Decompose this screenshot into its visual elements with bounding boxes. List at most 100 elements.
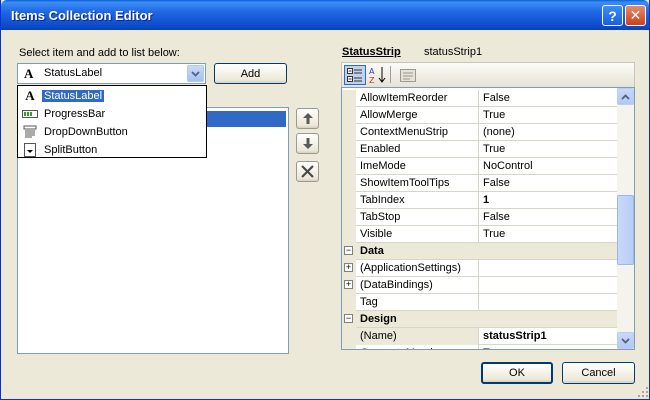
item-type-combo[interactable]: A StatusLabel: [17, 63, 206, 84]
move-down-button[interactable]: [296, 133, 319, 154]
row-gutter: [342, 226, 356, 243]
property-row[interactable]: GenerateMember True: [342, 345, 618, 349]
property-name: ShowItemToolTips: [356, 175, 479, 192]
collapse-minus-icon[interactable]: −: [344, 246, 353, 255]
property-row[interactable]: AllowMerge True: [342, 107, 618, 124]
property-row[interactable]: Visible True: [342, 226, 618, 243]
row-gutter: +: [342, 277, 356, 294]
alphabetical-icon: AZ: [369, 67, 386, 84]
property-row[interactable]: + (ApplicationSettings): [342, 260, 618, 277]
dropdown-option-drop-down-button[interactable]: DropDownButton: [18, 123, 206, 141]
dropdown-option-progress-bar[interactable]: ProgressBar: [18, 105, 206, 123]
property-name: TabStop: [356, 209, 479, 226]
property-value[interactable]: True: [483, 141, 505, 157]
close-icon: ✕: [629, 7, 642, 23]
row-gutter: −: [342, 311, 356, 328]
collapse-minus-icon[interactable]: −: [344, 314, 353, 323]
property-name: Enabled: [356, 141, 479, 158]
property-row[interactable]: Tag: [342, 294, 618, 311]
cancel-button[interactable]: Cancel: [562, 362, 635, 384]
item-type-dropdown-list: A StatusLabel ProgressBar DropDownButton…: [17, 85, 207, 158]
close-button[interactable]: ✕: [625, 5, 646, 26]
svg-text:Z: Z: [369, 76, 375, 84]
property-value[interactable]: True: [483, 107, 505, 123]
property-name: TabIndex: [356, 192, 479, 209]
property-row[interactable]: AllowItemReorder False: [342, 90, 618, 107]
property-value[interactable]: False: [483, 175, 510, 191]
ok-button[interactable]: OK: [481, 362, 553, 384]
property-value[interactable]: NoControl: [483, 158, 533, 174]
title-bar[interactable]: Items Collection Editor ? ✕: [1, 0, 649, 30]
toolbar-separator: [390, 66, 391, 83]
categorized-button[interactable]: [344, 65, 366, 85]
add-button[interactable]: Add: [214, 63, 287, 84]
arrow-down-icon: [302, 138, 313, 149]
row-gutter: +: [342, 260, 356, 277]
scroll-up-button[interactable]: [617, 88, 634, 105]
scroll-thumb[interactable]: [617, 195, 634, 265]
property-row[interactable]: TabStop False: [342, 209, 618, 226]
svg-text:A: A: [369, 67, 375, 76]
dropdown-option-split-button[interactable]: SplitButton: [18, 141, 206, 159]
property-row[interactable]: Enabled True: [342, 141, 618, 158]
property-row[interactable]: ContextMenuStrip (none): [342, 124, 618, 141]
dropdown-option-label: StatusLabel: [42, 90, 105, 102]
property-row[interactable]: ShowItemToolTips False: [342, 175, 618, 192]
dropdown-option-label: SplitButton: [44, 144, 98, 156]
property-value[interactable]: statusStrip1: [483, 328, 547, 344]
resize-grip-icon[interactable]: [637, 386, 649, 398]
property-name: AllowItemReorder: [356, 90, 479, 107]
row-gutter: [342, 328, 356, 345]
move-up-button[interactable]: [296, 108, 319, 129]
property-value[interactable]: False: [483, 90, 510, 106]
property-name: (DataBindings): [356, 277, 479, 294]
selected-object-name: statusStrip1: [424, 46, 483, 58]
property-name: Visible: [356, 226, 479, 243]
chevron-up-icon: [621, 93, 630, 100]
progress-bar-icon: [21, 107, 39, 121]
row-gutter: [342, 192, 356, 209]
scroll-down-button[interactable]: [617, 332, 634, 349]
dropdown-option-label: ProgressBar: [44, 108, 106, 120]
category-name: Design: [360, 313, 397, 325]
row-gutter: [342, 107, 356, 124]
property-row[interactable]: ImeMode NoControl: [342, 158, 618, 175]
select-item-label: Select item and add to list below:: [19, 47, 180, 59]
property-row[interactable]: TabIndex 1: [342, 192, 618, 209]
dropdown-option-status-label[interactable]: A StatusLabel: [18, 87, 206, 105]
property-row[interactable]: + (DataBindings): [342, 277, 618, 294]
delete-x-icon: [301, 165, 314, 178]
row-gutter: [342, 175, 356, 192]
property-category-row[interactable]: − Design: [342, 311, 618, 328]
property-value[interactable]: 1: [483, 192, 489, 208]
items-collection-editor-window: Items Collection Editor ? ✕ Select item …: [0, 0, 650, 400]
ok-button-label: OK: [509, 367, 525, 379]
property-value[interactable]: True: [483, 226, 505, 242]
row-gutter: [342, 209, 356, 226]
row-gutter: −: [342, 243, 356, 260]
remove-button[interactable]: [296, 161, 319, 182]
property-name: ContextMenuStrip: [356, 124, 479, 141]
help-icon: ?: [608, 7, 617, 24]
property-row[interactable]: (Name) statusStrip1: [342, 328, 618, 345]
property-grid-toolbar: AZ: [341, 62, 635, 87]
help-button[interactable]: ?: [602, 5, 623, 26]
row-gutter: [342, 141, 356, 158]
property-value[interactable]: False: [483, 209, 510, 225]
expand-plus-icon[interactable]: +: [344, 263, 353, 272]
split-button-icon: [21, 143, 39, 157]
property-pages-button[interactable]: [397, 65, 419, 85]
property-name: GenerateMember: [356, 345, 479, 349]
combo-value: StatusLabel: [44, 67, 103, 79]
categorized-icon: [347, 68, 362, 82]
property-value[interactable]: (none): [483, 124, 515, 140]
alphabetical-button[interactable]: AZ: [367, 65, 389, 85]
expand-plus-icon[interactable]: +: [344, 280, 353, 289]
property-name: (ApplicationSettings): [356, 260, 479, 277]
property-pages-icon: [400, 68, 416, 82]
window-title: Items Collection Editor: [11, 8, 153, 23]
property-category-row[interactable]: − Data: [342, 243, 618, 260]
property-grid-scrollbar[interactable]: [617, 88, 634, 349]
property-value[interactable]: True: [483, 345, 505, 349]
combo-dropdown-button[interactable]: [187, 65, 204, 82]
